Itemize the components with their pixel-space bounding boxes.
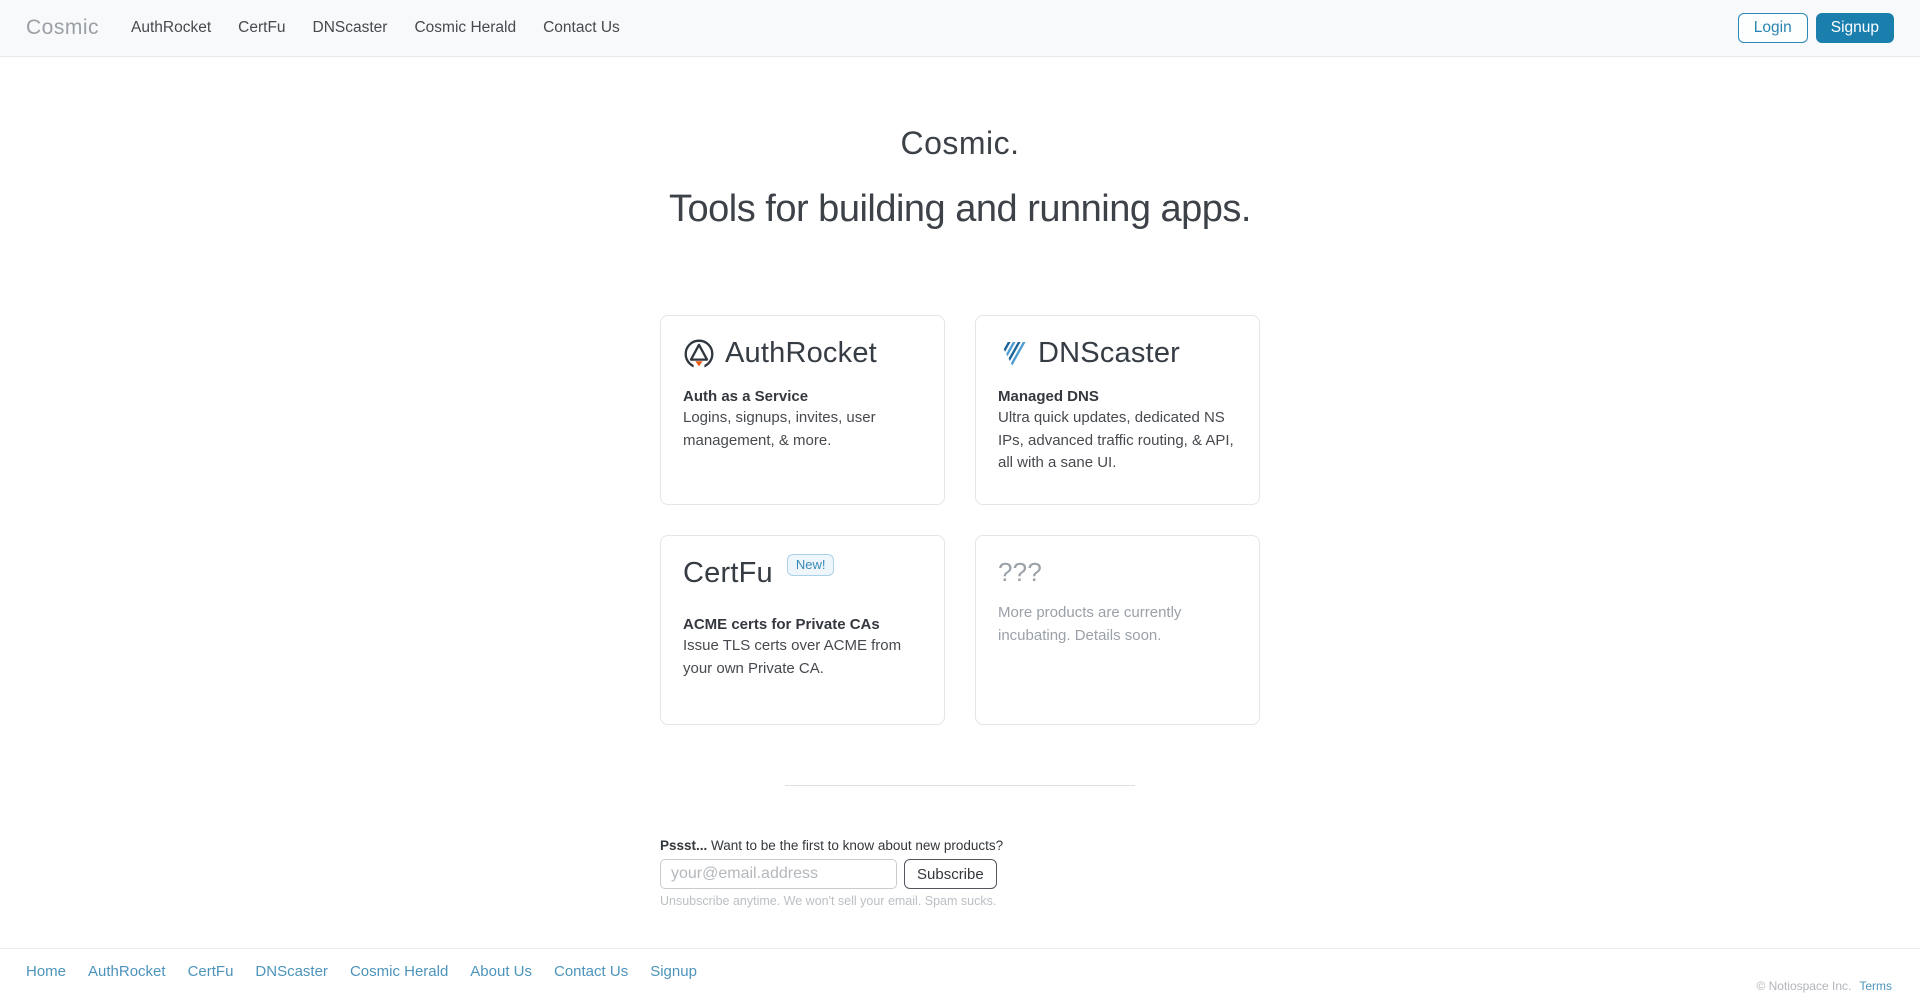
card-certfu-header: CertFu New!: [683, 553, 922, 590]
footer-link-about-us[interactable]: About Us: [470, 963, 532, 980]
copyright-notice: © Notiospace Inc. Terms: [1756, 979, 1892, 993]
nav-link-cosmic-herald[interactable]: Cosmic Herald: [414, 19, 516, 37]
footer-link-authrocket[interactable]: AuthRocket: [88, 963, 166, 980]
newsletter-fine-print: Unsubscribe anytime. We won't sell your …: [660, 894, 997, 908]
nav-links: AuthRocket CertFu DNScaster Cosmic Heral…: [131, 19, 620, 37]
footer-link-cosmic-herald[interactable]: Cosmic Herald: [350, 963, 448, 980]
footer-link-contact-us[interactable]: Contact Us: [554, 963, 628, 980]
new-badge: New!: [786, 553, 835, 576]
nav-link-dnscaster[interactable]: DNScaster: [313, 19, 388, 37]
login-button[interactable]: Login: [1737, 13, 1808, 43]
card-dnscaster-title: DNScaster: [1038, 337, 1180, 369]
card-authrocket-header: AuthRocket: [683, 337, 922, 370]
card-dnscaster-tagline: Managed DNS: [998, 388, 1099, 405]
authrocket-logo-icon: [683, 338, 715, 370]
nav-actions: Login Signup: [1737, 13, 1894, 43]
top-navbar: Cosmic AuthRocket CertFu DNScaster Cosmi…: [0, 0, 1920, 57]
newsletter-prompt: Pssst... Want to be the first to know ab…: [660, 838, 1260, 853]
page-title: Cosmic.: [900, 125, 1020, 161]
newsletter-form-row: Subscribe: [660, 859, 1260, 889]
nav-link-authrocket[interactable]: AuthRocket: [131, 19, 211, 37]
card-authrocket-tagline: Auth as a Service: [683, 388, 809, 405]
nav-link-certfu[interactable]: CertFu: [238, 19, 285, 37]
email-input[interactable]: [660, 859, 897, 889]
card-dnscaster[interactable]: DNScaster Managed DNS Ultra quick update…: [975, 315, 1260, 505]
dnscaster-logo-icon: [998, 339, 1028, 369]
card-authrocket-description: Logins, signups, invites, user managemen…: [683, 409, 876, 449]
card-certfu-title: CertFu: [683, 557, 773, 589]
card-certfu-tagline: ACME certs for Private CAs: [683, 616, 880, 633]
footer-link-dnscaster[interactable]: DNScaster: [255, 963, 328, 980]
product-cards-grid: AuthRocket Auth as a Service Logins, sig…: [660, 315, 1260, 725]
newsletter-prompt-rest: Want to be the first to know about new p…: [707, 838, 1004, 853]
subscribe-button[interactable]: Subscribe: [904, 859, 997, 889]
card-mystery: ??? More products are currently incubati…: [975, 535, 1260, 725]
footer: Home AuthRocket CertFu DNScaster Cosmic …: [0, 948, 1920, 993]
footer-link-signup[interactable]: Signup: [650, 963, 697, 980]
card-mystery-title: ???: [998, 557, 1042, 587]
card-authrocket[interactable]: AuthRocket Auth as a Service Logins, sig…: [660, 315, 945, 505]
footer-link-home[interactable]: Home: [26, 963, 66, 980]
newsletter-prompt-lead: Pssst...: [660, 838, 708, 853]
card-dnscaster-header: DNScaster: [998, 337, 1237, 370]
footer-link-certfu[interactable]: CertFu: [188, 963, 234, 980]
card-dnscaster-description: Ultra quick updates, dedicated NS IPs, a…: [998, 409, 1234, 471]
terms-link[interactable]: Terms: [1859, 979, 1892, 993]
copyright-text: © Notiospace Inc.: [1756, 979, 1852, 993]
nav-link-contact-us[interactable]: Contact Us: [543, 19, 620, 37]
card-certfu[interactable]: CertFu New! ACME certs for Private CAs I…: [660, 535, 945, 725]
card-authrocket-title: AuthRocket: [725, 337, 877, 369]
page-subtitle: Tools for building and running apps.: [669, 188, 1251, 230]
card-mystery-description: More products are currently incubating. …: [998, 604, 1182, 644]
section-divider: [785, 785, 1135, 786]
signup-button[interactable]: Signup: [1815, 13, 1894, 43]
brand-logo[interactable]: Cosmic: [26, 16, 99, 40]
newsletter-section: Pssst... Want to be the first to know ab…: [660, 838, 1260, 908]
card-certfu-description: Issue TLS certs over ACME from your own …: [683, 637, 902, 677]
